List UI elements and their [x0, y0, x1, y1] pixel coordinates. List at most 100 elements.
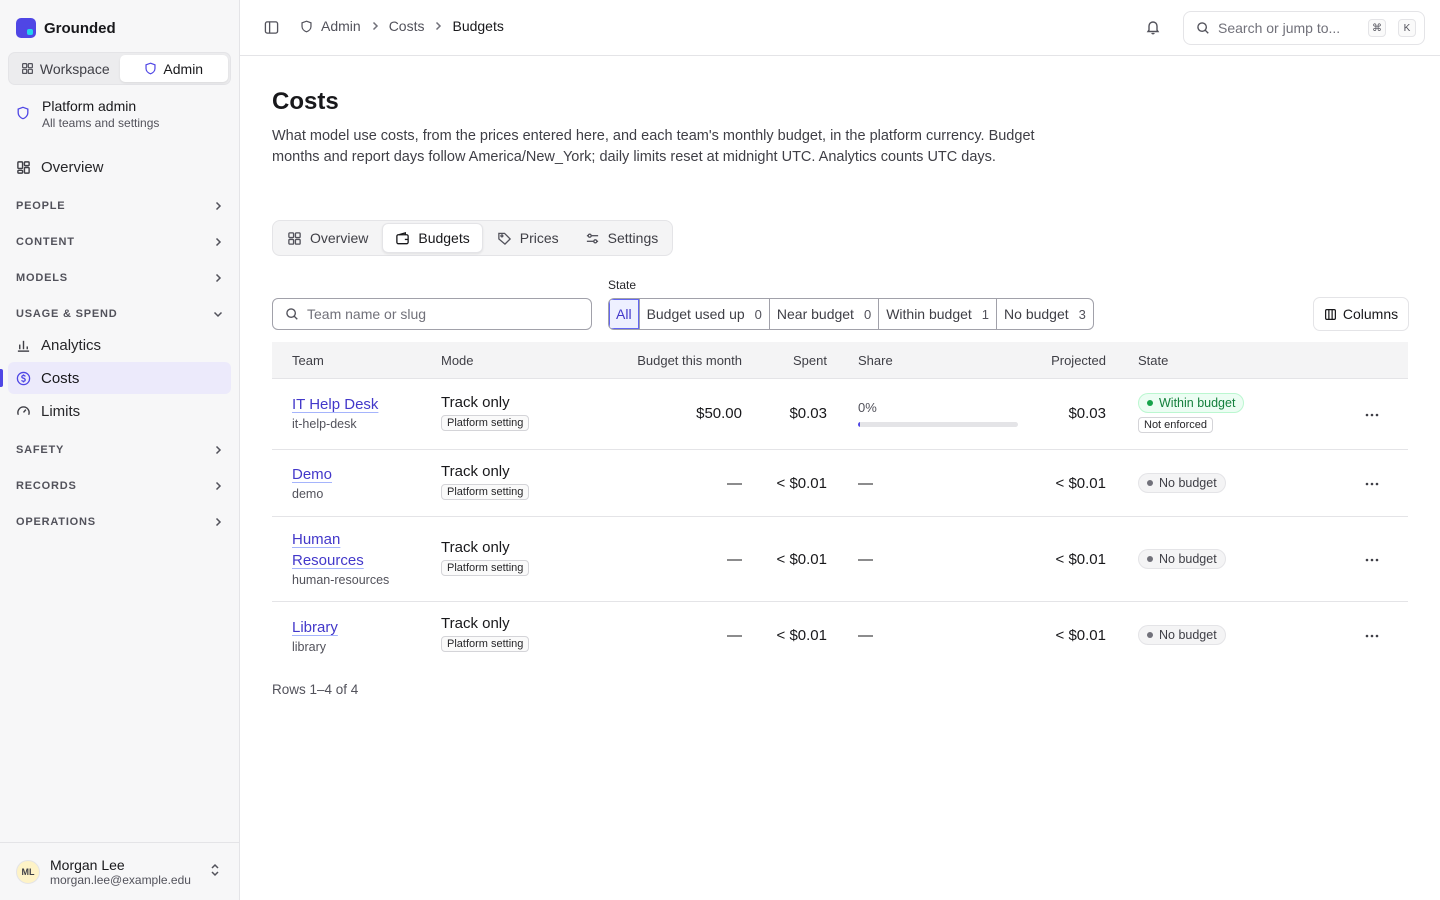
tab-settings[interactable]: Settings — [573, 223, 671, 253]
team-link[interactable]: Demo — [292, 464, 332, 485]
mode-switcher: Workspace Admin — [8, 52, 231, 85]
state-cell: No budget — [1138, 549, 1226, 569]
columns-button[interactable]: Columns — [1313, 297, 1409, 331]
chevron-up-down-icon — [211, 863, 219, 877]
spent-value: < $0.01 — [776, 551, 827, 568]
nav-section-operations[interactable]: OPERATIONS — [16, 512, 224, 532]
bell-icon[interactable] — [1145, 19, 1161, 35]
status-badge: Within budget — [1138, 393, 1245, 413]
nav-limits[interactable]: Limits — [8, 395, 231, 427]
status-dot — [1147, 400, 1153, 406]
kbd-cmd: ⌘ — [1368, 19, 1386, 37]
tab-prices[interactable]: Prices — [485, 223, 571, 253]
state-cell: Within budget Not enforced — [1138, 393, 1245, 433]
projected-value: < $0.01 — [1055, 475, 1106, 492]
tab-budgets[interactable]: Budgets — [382, 223, 483, 253]
team-link[interactable]: Library — [292, 617, 338, 638]
col-spent[interactable]: Spent — [793, 353, 827, 368]
status-badge: No budget — [1138, 625, 1226, 645]
sidebar-toggle-icon[interactable] — [264, 20, 279, 35]
mode-cell: Track only Platform setting — [441, 539, 530, 576]
dashboard-icon — [17, 160, 30, 174]
dashboard-icon — [288, 231, 301, 245]
more-actions-icon[interactable] — [1364, 412, 1380, 418]
status-badge: No budget — [1138, 549, 1226, 569]
table-row: IT Help Desk it-help-desk Track only Pla… — [272, 379, 1408, 450]
state-filter-label-text: Within budget — [886, 306, 972, 322]
page-title: Costs — [272, 88, 339, 115]
status-dot — [1147, 632, 1153, 638]
col-budget[interactable]: Budget this month — [637, 353, 742, 368]
team-link[interactable]: IT Help Desk — [292, 394, 378, 415]
nav-active-indicator — [0, 369, 3, 387]
nav-overview-label: Overview — [41, 158, 104, 176]
tab-overview[interactable]: Overview — [275, 223, 380, 253]
nav-section-people[interactable]: PEOPLE — [16, 196, 224, 216]
col-projected[interactable]: Projected — [1051, 353, 1106, 368]
status-text: No budget — [1159, 552, 1217, 566]
state-filter-none[interactable]: No budget 3 — [997, 299, 1093, 329]
admin-toggle[interactable]: Admin — [119, 55, 228, 82]
state-filter: All Budget used up 0 Near budget 0 Within … — [608, 298, 1094, 330]
search-icon — [1197, 22, 1209, 34]
brand[interactable]: Grounded — [16, 18, 116, 38]
nav-section-usage[interactable]: USAGE & SPEND — [16, 304, 224, 324]
nav-overview[interactable]: Overview — [8, 151, 231, 183]
state-filter-near[interactable]: Near budget 0 — [770, 299, 880, 329]
mode-value: Track only — [441, 539, 510, 556]
mode-tag: Platform setting — [441, 484, 530, 500]
nav-analytics[interactable]: Analytics — [8, 329, 231, 361]
col-mode[interactable]: Mode — [441, 353, 474, 368]
tab-label: Settings — [607, 230, 659, 246]
team-cell: Demo demo — [292, 464, 332, 501]
team-link[interactable]: Human Resources — [292, 529, 402, 571]
state-cell: No budget — [1138, 473, 1226, 493]
nav-analytics-label: Analytics — [41, 336, 102, 354]
shield-icon — [17, 106, 29, 120]
mode-value: Track only — [441, 615, 510, 632]
more-actions-icon[interactable] — [1364, 557, 1380, 563]
user-menu[interactable]: ML Morgan Lee morgan.lee@example.edu — [0, 842, 239, 900]
team-search-input[interactable] — [307, 306, 577, 322]
table-row: Demo demo Track only Platform setting — … — [272, 450, 1408, 517]
nav-section-safety[interactable]: SAFETY — [16, 440, 224, 460]
context-card: Platform admin All teams and settings — [16, 98, 159, 130]
table-header: Team Mode Budget this month Spent Share … — [272, 342, 1408, 379]
col-state[interactable]: State — [1138, 353, 1168, 368]
sliders-icon — [586, 233, 598, 243]
nav-section-content[interactable]: CONTENT — [16, 232, 224, 252]
state-filter-count: 3 — [1078, 306, 1086, 322]
state-filter-label: State — [608, 278, 637, 292]
breadcrumb-costs[interactable]: Costs — [389, 18, 425, 34]
col-team[interactable]: Team — [292, 353, 324, 368]
avatar: ML — [16, 859, 40, 884]
chevron-right-icon — [215, 445, 222, 455]
breadcrumb-admin[interactable]: Admin — [321, 18, 361, 34]
state-filter-used-up[interactable]: Budget used up 0 — [640, 299, 770, 329]
team-slug: human-resources — [292, 573, 390, 587]
mode-value: Track only — [441, 394, 510, 411]
state-filter-label-text: Budget used up — [646, 306, 745, 322]
state-filter-label-text: No budget — [1004, 306, 1069, 322]
context-title: Platform admin — [42, 98, 137, 114]
more-actions-icon[interactable] — [1364, 481, 1380, 487]
more-actions-icon[interactable] — [1364, 633, 1380, 639]
team-cell: Human Resources human-resources — [292, 529, 402, 587]
status-dot — [1147, 480, 1153, 486]
col-share[interactable]: Share — [858, 353, 893, 368]
state-filter-within[interactable]: Within budget 1 — [879, 299, 998, 329]
table-row: Human Resources human-resources Track on… — [272, 517, 1408, 602]
team-slug: it-help-desk — [292, 417, 357, 431]
team-slug: demo — [292, 487, 324, 501]
tab-label: Budgets — [418, 230, 470, 246]
workspace-toggle[interactable]: Workspace — [11, 55, 120, 82]
nav-section-models[interactable]: MODELS — [16, 268, 224, 288]
state-filter-all[interactable]: All — [609, 299, 640, 329]
status-text: No budget — [1159, 628, 1217, 642]
nav-costs[interactable]: Costs — [8, 362, 231, 394]
search-icon — [286, 308, 298, 320]
global-search[interactable]: Search or jump to... ⌘ K — [1183, 11, 1425, 45]
nav-section-records[interactable]: RECORDS — [16, 476, 224, 496]
chevron-right-icon — [215, 481, 222, 491]
tab-label: Overview — [310, 230, 369, 246]
